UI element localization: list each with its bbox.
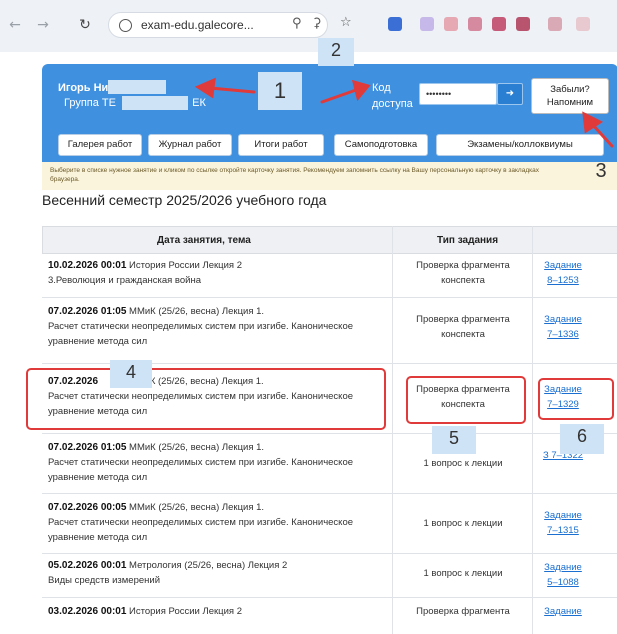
highlight-box-6 [538, 378, 614, 420]
extension-icon[interactable] [548, 17, 562, 31]
row-title: 10.02.2026 00:01 История России Лекция 2… [48, 260, 242, 286]
tab-gallery[interactable]: Галерея работ [58, 134, 142, 156]
redaction-block [122, 96, 188, 110]
forward-icon[interactable]: → [34, 16, 52, 34]
row-type: Проверка фрагмента конспекта [416, 314, 510, 340]
hint-text: Выберите в списке нужное занятие и клико… [50, 167, 539, 183]
table-header: Дата занятия, тема Тип задания [42, 226, 617, 254]
extension-icon[interactable] [492, 17, 506, 31]
highlight-box-4 [26, 368, 386, 430]
task-link[interactable]: Задание [538, 604, 588, 619]
extension-icon[interactable] [388, 17, 402, 31]
extension-icon[interactable] [444, 17, 458, 31]
group-suffix: ЕК [192, 97, 206, 109]
extension-icon[interactable] [516, 17, 530, 31]
row-title: 05.02.2026 00:01 Метрология (25/26, весн… [48, 560, 288, 586]
row-type: 1 вопрос к лекции [423, 568, 503, 579]
access-code-input[interactable] [419, 83, 497, 105]
key-icon[interactable]: ⚳ [312, 16, 322, 31]
user-name: Игорь Ни [58, 82, 109, 94]
task-link[interactable]: Задание 8–1253 [538, 258, 588, 288]
annotation-number: 5 [448, 428, 459, 448]
extension-icon[interactable] [576, 17, 590, 31]
row-title: 07.02.2026 01:05 ММиК (25/26, весна) Лек… [48, 442, 354, 483]
row-type: 1 вопрос к лекции [423, 458, 503, 469]
task-link[interactable]: Задание 7–1315 [538, 508, 588, 538]
back-icon[interactable]: ← [6, 16, 24, 34]
annotation-number: 2 [330, 40, 341, 60]
extension-icon[interactable] [420, 17, 434, 31]
row-type: 1 вопрос к лекции [423, 518, 503, 529]
tab-exams[interactable]: Экзамены/коллоквиумы [436, 134, 604, 156]
search-icon[interactable]: ⚲ [292, 16, 302, 31]
site-info-icon[interactable] [119, 19, 132, 32]
row-type: Проверка фрагмента [416, 606, 510, 617]
row-title: 03.02.2026 00:01 История России Лекция 2 [48, 606, 242, 617]
highlight-box-5 [406, 376, 526, 424]
access-code-submit[interactable]: ➜ [497, 83, 523, 105]
tab-journal[interactable]: Журнал работ [148, 134, 232, 156]
page-title: Весенний семестр 2025/2026 учебного года [42, 192, 327, 208]
tab-results[interactable]: Итоги работ [238, 134, 324, 156]
star-icon[interactable]: ☆ [340, 15, 352, 30]
row-title: 07.02.2026 01:05 ММиК (25/26, весна) Лек… [48, 306, 354, 347]
annotation-number: 3 [595, 160, 607, 182]
annotation-number: 6 [576, 426, 587, 446]
redaction-block [108, 80, 166, 94]
reload-icon[interactable]: ↻ [76, 16, 94, 34]
row-type: Проверка фрагмента конспекта [416, 260, 510, 286]
access-code-label: Код доступа [372, 82, 413, 110]
task-link[interactable]: Задание 7–1336 [538, 312, 588, 342]
row-title: 07.02.2026 00:05 ММиК (25/26, весна) Лек… [48, 502, 354, 543]
url-text: exam-edu.galecore... [141, 18, 254, 32]
group-label: Группа ТЕ [64, 97, 116, 109]
column-header-date: Дата занятия, тема [157, 235, 251, 246]
tab-self-study[interactable]: Самоподготовка [334, 134, 428, 156]
annotation-number: 4 [125, 362, 136, 382]
annotation-number: 1 [273, 78, 287, 103]
browser-toolbar: ← → ↻ exam-edu.galecore... ⚲ ⚳ ☆ [0, 0, 617, 52]
forgot-button[interactable]: Забыли? Напомним [531, 78, 609, 114]
extension-icon[interactable] [468, 17, 482, 31]
column-header-type: Тип задания [437, 235, 499, 246]
task-link[interactable]: Задание 5–1088 [538, 560, 588, 590]
arrow-right-icon: ➜ [505, 88, 515, 99]
